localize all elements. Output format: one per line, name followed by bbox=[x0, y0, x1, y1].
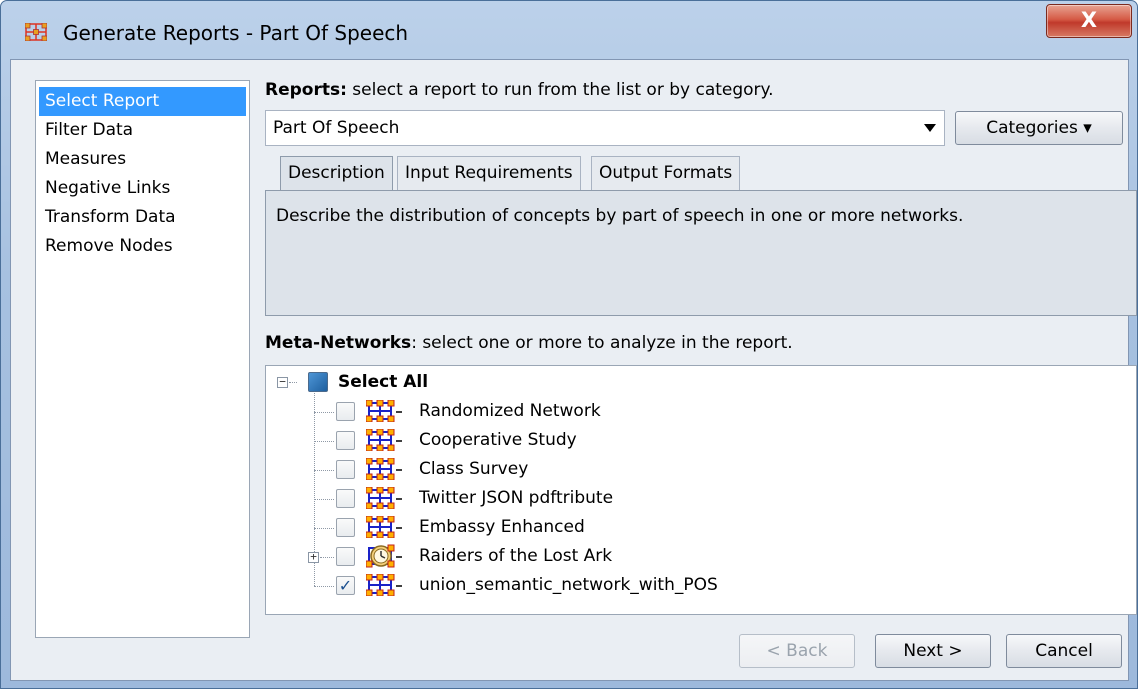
dialog-window: Generate Reports - Part Of Speech X Sele… bbox=[0, 0, 1138, 689]
list-item[interactable]: Cooperative Study bbox=[266, 427, 1126, 455]
dropdown-arrow-icon bbox=[924, 124, 936, 132]
sidebar-item-filter-data[interactable]: Filter Data bbox=[39, 116, 246, 145]
tree-connector bbox=[314, 499, 334, 500]
cancel-button[interactable]: Cancel bbox=[1006, 634, 1122, 668]
list-item[interactable]: Class Survey bbox=[266, 456, 1126, 484]
collapse-icon[interactable]: − bbox=[277, 376, 288, 388]
sidebar-item-transform-data[interactable]: Transform Data bbox=[39, 203, 246, 232]
app-icon bbox=[25, 23, 47, 41]
item-label: Twitter JSON pdftribute bbox=[419, 488, 614, 508]
item-label: Class Survey bbox=[419, 459, 529, 479]
item-checkbox[interactable] bbox=[336, 489, 355, 508]
item-label: union_semantic_network_with_POS bbox=[419, 575, 718, 595]
sidebar-item-remove-nodes[interactable]: Remove Nodes bbox=[39, 232, 246, 261]
item-checkbox[interactable] bbox=[336, 518, 355, 537]
network-icon bbox=[366, 458, 402, 480]
meta-networks-heading-text: : select one or more to analyze in the r… bbox=[411, 333, 793, 353]
network-icon bbox=[366, 574, 402, 596]
network-icon bbox=[366, 400, 402, 422]
tab-input-requirements[interactable]: Input Requirements bbox=[397, 156, 581, 190]
back-button[interactable]: < Back bbox=[739, 634, 855, 668]
tree-connector bbox=[314, 528, 334, 529]
list-item[interactable]: Twitter JSON pdftribute bbox=[266, 485, 1126, 513]
list-item[interactable]: ✓ union_semantic_network_with_POS bbox=[266, 572, 1126, 600]
meta-networks-heading-bold: Meta-Networks bbox=[265, 333, 412, 353]
sidebar-item-measures[interactable]: Measures bbox=[39, 145, 246, 174]
select-all-label: Select All bbox=[338, 372, 429, 392]
item-label: Randomized Network bbox=[419, 401, 601, 421]
list-item[interactable]: Embassy Enhanced bbox=[266, 514, 1126, 542]
close-button[interactable]: X bbox=[1046, 4, 1132, 38]
tree-connector bbox=[289, 382, 297, 383]
tree-connector bbox=[314, 441, 334, 442]
item-checkbox[interactable] bbox=[336, 431, 355, 450]
select-all-checkbox[interactable] bbox=[308, 372, 328, 392]
item-checkbox[interactable] bbox=[336, 460, 355, 479]
sidebar-item-select-report[interactable]: Select Report bbox=[39, 87, 246, 116]
sidebar-item-negative-links[interactable]: Negative Links bbox=[39, 174, 246, 203]
list-item[interactable]: + Raiders of the Lost Ark bbox=[266, 543, 1126, 571]
reports-heading: Reports: select a report to run from the… bbox=[265, 80, 774, 100]
select-all-row[interactable]: − Select All bbox=[266, 369, 1126, 397]
tree-connector bbox=[314, 586, 334, 587]
list-item[interactable]: Randomized Network bbox=[266, 398, 1126, 426]
tree-connector bbox=[320, 557, 334, 558]
network-icon bbox=[366, 487, 402, 509]
dialog-content: Select Report Filter Data Measures Negat… bbox=[10, 59, 1137, 681]
reports-heading-bold: Reports: bbox=[265, 80, 347, 100]
item-label: Raiders of the Lost Ark bbox=[419, 546, 613, 566]
title-bar[interactable]: Generate Reports - Part Of Speech X bbox=[1, 1, 1137, 59]
tab-output-formats[interactable]: Output Formats bbox=[591, 156, 741, 190]
report-select[interactable]: Part Of Speech bbox=[265, 110, 945, 146]
item-checkbox[interactable] bbox=[336, 547, 355, 566]
tree-connector bbox=[314, 412, 334, 413]
tree-connector bbox=[314, 470, 334, 471]
network-icon bbox=[366, 516, 402, 538]
network-icon bbox=[366, 429, 402, 451]
expand-icon[interactable]: + bbox=[308, 551, 319, 563]
item-checkbox[interactable] bbox=[336, 402, 355, 421]
sidebar-nav: Select Report Filter Data Measures Negat… bbox=[35, 80, 250, 638]
categories-button[interactable]: Categories ▾ bbox=[955, 111, 1123, 145]
description-panel: Describe the distribution of concepts by… bbox=[265, 190, 1137, 316]
close-icon: X bbox=[1080, 8, 1098, 32]
clock-network-icon bbox=[366, 544, 402, 568]
item-label: Embassy Enhanced bbox=[419, 517, 585, 537]
tab-description[interactable]: Description bbox=[280, 156, 393, 190]
report-select-value: Part Of Speech bbox=[273, 118, 400, 138]
reports-heading-text: select a report to run from the list or … bbox=[346, 80, 774, 100]
description-text: Describe the distribution of concepts by… bbox=[276, 206, 964, 226]
item-checkbox[interactable]: ✓ bbox=[336, 576, 355, 595]
meta-networks-heading: Meta-Networks: select one or more to ana… bbox=[265, 333, 793, 353]
next-button[interactable]: Next > bbox=[875, 634, 991, 668]
item-label: Cooperative Study bbox=[419, 430, 577, 450]
window-title: Generate Reports - Part Of Speech bbox=[63, 21, 409, 45]
meta-network-tree: − Select All Randomized Network Cooperat… bbox=[265, 365, 1137, 615]
